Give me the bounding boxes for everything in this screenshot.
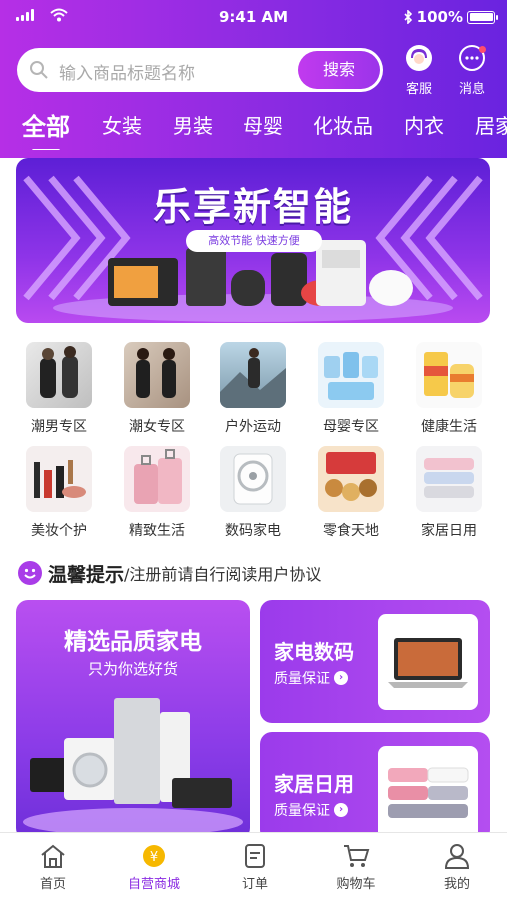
promo-digital-title: 家电数码 bbox=[274, 640, 354, 664]
tab-profile[interactable]: 我的 bbox=[412, 843, 502, 892]
grid-item-menswear[interactable]: 潮男专区 bbox=[19, 342, 99, 436]
grid-label: 潮男专区 bbox=[31, 419, 87, 435]
promo-appliances[interactable]: 精选品质家电 只为你选好货 bbox=[16, 600, 250, 840]
promo-home-title: 家居日用 bbox=[274, 772, 354, 796]
grid-label: 零食天地 bbox=[323, 523, 379, 539]
quality-label: 质量保证 bbox=[274, 671, 330, 687]
grid-item-appliance[interactable]: 数码家电 bbox=[213, 446, 293, 540]
baby-photo bbox=[318, 342, 384, 408]
tab-label: 首页 bbox=[39, 877, 66, 892]
search-input[interactable]: 输入商品标题名称 bbox=[59, 59, 195, 84]
tab-label: 订单 bbox=[241, 877, 268, 892]
header: 9:41 AM 100% 输入商品标题名称 搜索 客服 消息 全部 女装 男装 … bbox=[0, 0, 507, 158]
snacks-photo bbox=[318, 446, 384, 512]
battery-icon bbox=[467, 10, 498, 24]
grid-label: 美妆个护 bbox=[31, 523, 87, 539]
category-tab-women[interactable]: 女装 bbox=[102, 110, 142, 139]
laptop-photo bbox=[378, 614, 478, 710]
status-bar: 9:41 AM 100% bbox=[0, 6, 507, 28]
category-tab-home[interactable]: 居家 bbox=[475, 110, 507, 139]
search-button[interactable]: 搜索 bbox=[298, 51, 380, 89]
banner-subtitle: 高效节能 快速方便 bbox=[186, 230, 322, 252]
grid-label: 精致生活 bbox=[129, 523, 185, 539]
tab-home[interactable]: 首页 bbox=[8, 843, 98, 892]
towels-photo bbox=[378, 746, 478, 842]
search-icon bbox=[30, 61, 48, 79]
tab-label: 购物车 bbox=[336, 877, 376, 892]
arrow-right-icon: › bbox=[334, 671, 348, 685]
promo-digital[interactable]: 家电数码 质量保证 › bbox=[260, 600, 490, 723]
grid-label: 母婴专区 bbox=[323, 419, 379, 435]
grid-label: 数码家电 bbox=[225, 523, 281, 539]
notice-tip[interactable]: 温馨提示 /注册前请自行阅读用户协议 bbox=[18, 558, 321, 588]
grid-label: 健康生活 bbox=[421, 419, 477, 435]
promo-digital-subtitle: 质量保证 › bbox=[274, 668, 348, 688]
category-tab-men[interactable]: 男装 bbox=[173, 110, 213, 139]
promo-home-subtitle: 质量保证 › bbox=[274, 800, 348, 820]
grid-label: 潮女专区 bbox=[129, 419, 185, 435]
health-photo bbox=[416, 342, 482, 408]
promo-left-subtitle: 只为你选好货 bbox=[87, 660, 178, 678]
grid-item-home[interactable]: 家居日用 bbox=[409, 446, 489, 540]
promo-left-title: 精选品质家电 bbox=[64, 629, 202, 655]
grid-item-cosmetics[interactable]: 美妆个护 bbox=[19, 446, 99, 540]
order-icon bbox=[245, 844, 265, 868]
unread-dot bbox=[479, 46, 486, 53]
category-tab-all[interactable]: 全部 bbox=[22, 110, 70, 150]
tab-mall[interactable]: ¥ 自营商城 bbox=[109, 843, 199, 892]
coin-icon: ¥ bbox=[143, 845, 165, 867]
tab-orders[interactable]: 订单 bbox=[210, 843, 300, 892]
category-tab-baby[interactable]: 母婴 bbox=[243, 110, 283, 139]
arrow-right-icon: › bbox=[334, 803, 348, 817]
quality-label: 质量保证 bbox=[274, 803, 330, 819]
grid-item-outdoor[interactable]: 户外运动 bbox=[213, 342, 293, 436]
menswear-photo bbox=[26, 342, 92, 408]
bluetooth-icon bbox=[404, 10, 412, 24]
service-avatar-icon bbox=[406, 45, 432, 71]
appliance-photo bbox=[220, 446, 286, 512]
category-tab-cosmetics[interactable]: 化妆品 bbox=[313, 110, 373, 139]
womenswear-photo bbox=[124, 342, 190, 408]
service-label: 客服 bbox=[405, 82, 432, 97]
grid-item-health[interactable]: 健康生活 bbox=[409, 342, 489, 436]
smile-icon bbox=[18, 561, 42, 585]
grid-label: 户外运动 bbox=[225, 419, 281, 435]
messages-button[interactable]: 消息 bbox=[448, 44, 496, 97]
promo-home[interactable]: 家居日用 质量保证 › bbox=[260, 732, 490, 842]
grid-label: 家居日用 bbox=[421, 523, 477, 539]
outdoor-photo bbox=[220, 342, 286, 408]
battery-text: 100% bbox=[416, 8, 463, 26]
tab-bar: 首页 ¥ 自营商城 订单 购物车 我的 bbox=[0, 832, 507, 900]
search-bar: 输入商品标题名称 搜索 bbox=[17, 48, 383, 92]
messages-label: 消息 bbox=[458, 82, 485, 97]
tip-title: 温馨提示 bbox=[48, 563, 125, 586]
luggage-photo bbox=[124, 446, 190, 512]
tab-label: 我的 bbox=[443, 877, 470, 892]
user-icon bbox=[444, 844, 470, 869]
svg-text:¥: ¥ bbox=[150, 850, 158, 865]
grid-item-luggage[interactable]: 精致生活 bbox=[117, 446, 197, 540]
category-tabs: 全部 女装 男装 母婴 化妆品 内衣 居家 bbox=[0, 110, 507, 150]
banner-title: 乐享新智能 bbox=[152, 185, 353, 229]
cart-icon bbox=[344, 845, 370, 867]
home-icon bbox=[41, 844, 65, 868]
grid-item-baby[interactable]: 母婴专区 bbox=[311, 342, 391, 436]
tip-text: /注册前请自行阅读用户协议 bbox=[124, 565, 322, 584]
tab-label: 自营商城 bbox=[127, 877, 180, 892]
category-tab-underwear[interactable]: 内衣 bbox=[404, 110, 444, 139]
promo-banner[interactable]: 乐享新智能 高效节能 快速方便 bbox=[16, 158, 490, 323]
towels-photo bbox=[416, 446, 482, 512]
grid-item-womenswear[interactable]: 潮女专区 bbox=[117, 342, 197, 436]
tab-cart[interactable]: 购物车 bbox=[311, 843, 401, 892]
cosmetics-photo bbox=[26, 446, 92, 512]
customer-service-button[interactable]: 客服 bbox=[395, 44, 443, 97]
grid-item-snacks[interactable]: 零食天地 bbox=[311, 446, 391, 540]
